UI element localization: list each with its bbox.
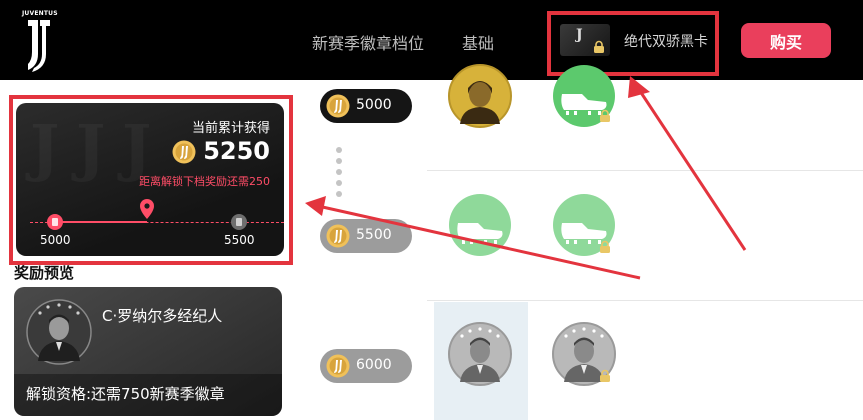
- arrow-to-card: [634, 84, 747, 251]
- annotation-arrows: [305, 76, 747, 280]
- arrow-to-progress: [317, 204, 641, 280]
- arrow-head-icon: [628, 76, 650, 98]
- arrow-head-icon: [305, 196, 326, 216]
